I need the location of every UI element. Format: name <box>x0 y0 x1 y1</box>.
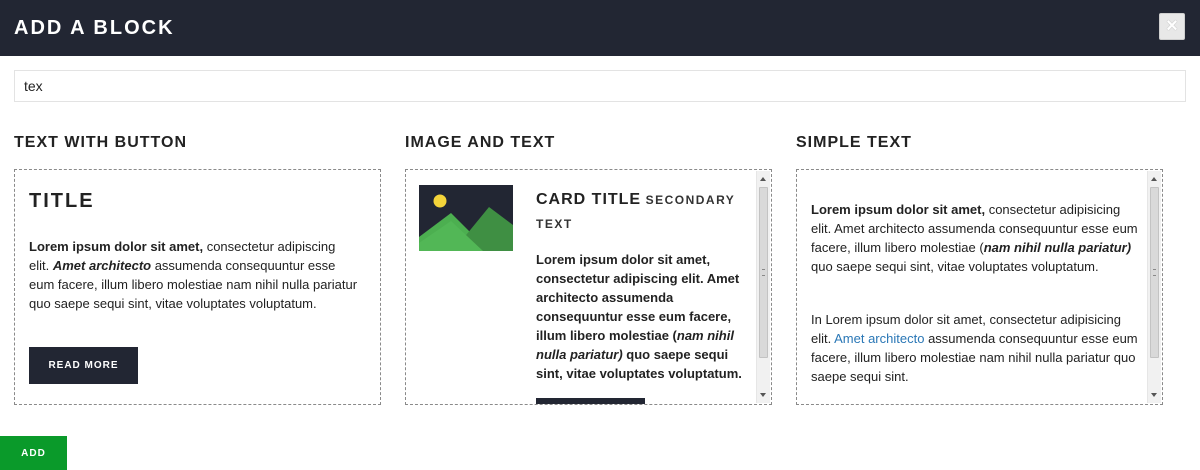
grip-icon <box>1153 269 1156 276</box>
preview-paragraph-1: Lorem ipsum dolor sit amet, consectetur … <box>811 202 1138 274</box>
preview-title: TITLE <box>29 190 95 212</box>
preview-button <box>536 398 645 404</box>
close-button[interactable]: × <box>1159 13 1185 40</box>
block-preview-text-with-button[interactable]: TITLE Lorem ipsum dolor sit amet, consec… <box>14 169 381 405</box>
block-preview-image-and-text[interactable]: CARD TITLE SECONDARY TEXT Lorem ipsum do… <box>405 169 772 405</box>
preview-paragraph: Lorem ipsum dolor sit amet, consectetur … <box>536 252 742 381</box>
scroll-down-icon[interactable] <box>1151 393 1157 397</box>
scroll-up-icon[interactable] <box>760 177 766 181</box>
modal-header: ADD A BLOCK × <box>0 0 1200 56</box>
scroll-thumb[interactable] <box>1150 187 1159 358</box>
scroll-down-icon[interactable] <box>760 393 766 397</box>
block-title-image-and-text: IMAGE AND TEXT <box>405 134 556 151</box>
preview-scrollbar[interactable] <box>1147 171 1161 403</box>
add-button[interactable]: ADD <box>0 436 67 470</box>
preview-paragraph: Lorem ipsum dolor sit amet, consectetur … <box>29 239 358 311</box>
read-more-button: READ MORE <box>29 347 138 384</box>
scroll-up-icon[interactable] <box>1151 177 1157 181</box>
block-title-simple-text: SIMPLE TEXT <box>796 134 912 151</box>
card-title: CARD TITLE SECONDARY TEXT <box>536 191 736 231</box>
block-preview-simple-text[interactable]: Lorem ipsum dolor sit amet, consectetur … <box>796 169 1163 405</box>
grip-icon <box>762 269 765 276</box>
modal-title: ADD A BLOCK <box>14 17 175 39</box>
scroll-thumb[interactable] <box>759 187 768 358</box>
image-icon <box>419 185 513 251</box>
preview-link: Amet architecto <box>834 331 925 346</box>
close-icon: × <box>1166 15 1178 37</box>
preview-paragraph-2: In Lorem ipsum dolor sit amet, consectet… <box>811 312 1138 384</box>
search-input[interactable] <box>14 70 1186 102</box>
block-title-text-with-button: TEXT WITH BUTTON <box>14 134 188 151</box>
preview-scrollbar[interactable] <box>756 171 770 403</box>
